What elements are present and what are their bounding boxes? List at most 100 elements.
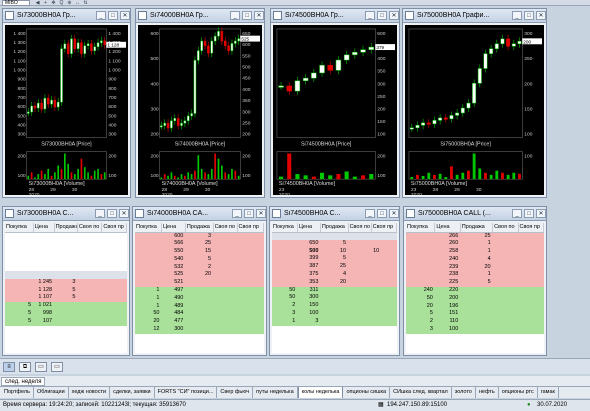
order-book[interactable]: Покупка Цена Продажа Своя по Своя пр 1 245 3 1 … [5,223,127,353]
chart-area[interactable]: 500450400350300250200150100200100379Si74… [273,25,397,195]
table-cell[interactable] [54,309,78,318]
table-cell[interactable] [406,279,435,288]
close-button[interactable]: ✕ [120,11,130,20]
window-titlebar[interactable]: Si74000BH0A Гр... _ □ ✕ [136,9,264,23]
table-cell[interactable]: 240 [434,255,461,264]
table-cell[interactable] [272,278,298,287]
table-cell[interactable] [518,255,544,264]
table-cell[interactable] [518,326,544,334]
table-row[interactable] [5,240,127,248]
table-cell[interactable]: 1 107 [33,294,55,303]
chart-area[interactable]: 1 400 1 300 1 200 1 100 1 000 900 800 700 600 500… [5,25,128,195]
workspace-tab[interactable]: СИшка след. квартал [390,387,452,398]
table-cell[interactable]: 387 [297,263,321,271]
table-row[interactable]: 650 5 [272,239,397,248]
order-book-window[interactable]: Si74000BH0A CA... _ □ ✕ Покупка Цена Продажа Св… [132,206,267,356]
table-cell[interactable]: 100 [297,309,321,318]
table-row[interactable]: 540 5 [135,255,264,264]
order-book[interactable]: Покупка Цена Продажа Своя по Своя пр 266 25 260… [406,223,544,353]
table-row[interactable]: 240 220 [406,287,544,295]
table-cell[interactable] [518,263,544,272]
table-cell[interactable]: 5 [185,255,214,264]
chart-window[interactable]: Si74500BH0A Гр..._□✕50045040035030025020… [270,8,400,198]
table-cell[interactable] [492,232,519,241]
table-cell[interactable] [54,232,77,240]
table-cell[interactable] [492,240,519,249]
table-row[interactable]: 260 1 [406,240,544,249]
table-cell[interactable] [33,270,55,279]
table-cell[interactable] [492,271,519,280]
table-cell[interactable]: 489 [161,302,186,311]
table-row[interactable]: 50 311 [272,286,397,295]
table-cell[interactable] [518,248,544,256]
column-header[interactable]: Своя пр [371,223,397,233]
close-button[interactable]: ✕ [389,11,399,20]
vertical-scale-icon[interactable]: ⇅ [82,0,89,6]
table-cell[interactable] [518,294,544,303]
table-cell[interactable] [135,255,162,264]
window-icon[interactable]: ▭ [51,362,63,372]
table-cell[interactable] [237,240,264,249]
table-cell[interactable] [101,270,127,279]
table-cell[interactable] [101,302,127,310]
table-cell[interactable] [492,279,519,288]
column-header[interactable]: Своя по [348,223,372,233]
minimize-button[interactable]: _ [365,11,375,20]
column-header[interactable]: Своя по [213,223,238,233]
table-cell[interactable] [518,271,544,280]
table-cell[interactable] [460,310,493,319]
column-header[interactable]: Цена [434,223,461,233]
table-cell[interactable] [213,302,237,311]
workspace-tab[interactable]: опционы ртс [498,387,538,398]
table-cell[interactable]: 353 [297,278,321,287]
chart-svg[interactable]: 1 400 1 300 1 200 1 100 1 000 900 800 700 600 500… [5,25,128,195]
table-cell[interactable]: 20 [320,278,349,287]
table-cell[interactable] [406,240,435,249]
toolbar-combo[interactable]: MIBO [2,0,30,6]
table-cell[interactable] [33,248,54,256]
table-cell[interactable] [5,278,34,287]
table-row[interactable]: 5 151 [406,310,544,319]
table-cell[interactable] [348,232,372,240]
maximize-button[interactable]: □ [524,11,534,20]
table-row[interactable]: 12 300 [135,326,264,334]
chart-area[interactable]: 600 500 400 300 200 650 600 550 500 450 400 350 300 2… [138,25,262,195]
table-cell[interactable] [135,240,162,249]
table-row[interactable]: 239 20 [406,263,544,272]
table-cell[interactable]: 200 [434,294,461,303]
table-cell[interactable]: 532 [161,263,186,272]
table-cell[interactable] [237,248,264,256]
workspace-tab[interactable]: Портфель [1,387,34,398]
column-header[interactable]: Покупка [5,223,34,233]
table-cell[interactable] [348,294,372,303]
table-row[interactable]: 353 20 [272,278,397,287]
order-book[interactable]: Покупка Цена Продажа Своя по Своя пр 650 5 500 1… [272,223,397,353]
table-cell[interactable] [518,279,544,288]
table-cell[interactable] [77,255,102,263]
table-cell[interactable] [492,302,519,311]
chart-svg[interactable]: 6005004003002006506005505004504003503002… [138,25,262,195]
table-cell[interactable]: 12 [135,326,162,334]
table-cell[interactable]: 2 [406,318,435,327]
table-cell[interactable] [77,270,102,279]
table-cell[interactable] [518,287,544,295]
table-cell[interactable] [518,302,544,311]
table-cell[interactable]: 196 [434,302,461,311]
table-row[interactable]: 1 245 3 [5,278,127,287]
table-cell[interactable] [406,232,435,241]
table-cell[interactable]: 25 [320,263,349,271]
minimize-button[interactable]: _ [96,11,106,20]
table-cell[interactable]: 5 [5,309,34,318]
column-header[interactable]: Продажа [185,223,214,233]
table-row[interactable] [5,232,127,240]
workspace-tab[interactable]: FORTS "СИ" позици... [154,387,218,398]
table-row[interactable]: 266 25 [406,232,544,241]
table-cell[interactable] [371,309,397,318]
table-cell[interactable] [54,255,77,263]
table-cell[interactable] [297,232,321,240]
table-cell[interactable] [101,286,127,295]
table-cell[interactable] [237,310,264,319]
table-cell[interactable] [33,232,54,240]
close-button[interactable]: ✕ [389,209,399,218]
maximize-button[interactable]: □ [377,209,387,218]
